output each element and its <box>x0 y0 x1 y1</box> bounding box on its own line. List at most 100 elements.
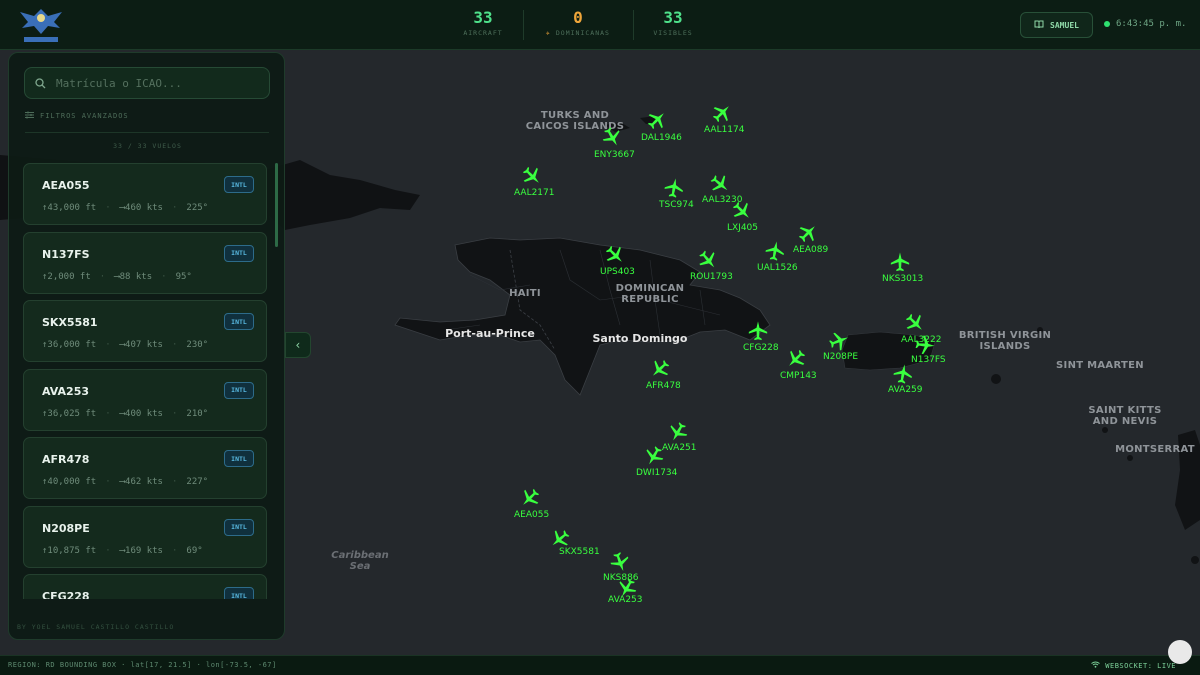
heading-value: 230° <box>186 340 209 350</box>
aircraft-callsign-label: AVA253 <box>608 595 643 605</box>
label-sint-maarten: SINT MAARTEN <box>1056 360 1144 371</box>
aircraft-marker[interactable] <box>519 487 541 509</box>
airplane-icon <box>765 241 784 261</box>
flight-card[interactable]: CFG228 INTL <box>23 574 267 599</box>
aircraft-callsign-label: SKX5581 <box>559 547 600 557</box>
aircraft-marker[interactable] <box>889 251 911 273</box>
aircraft-callsign-label: UAL1526 <box>757 263 798 273</box>
aircraft-marker[interactable] <box>609 551 631 573</box>
aircraft-marker[interactable] <box>914 334 936 356</box>
aircraft-callsign-label: NKS3013 <box>882 274 924 284</box>
aircraft-marker[interactable] <box>649 358 671 380</box>
sliders-icon <box>25 111 34 121</box>
flight-type-badge: INTL <box>224 313 254 330</box>
altitude-value: ↑2,000 ft <box>42 271 91 282</box>
flight-meta: ↑40,000 ft · ⟶462 kts · 227° <box>42 477 209 487</box>
flight-callsign: AEA055 <box>42 179 90 192</box>
stat-aircraft-value: 33 <box>473 8 493 27</box>
airplane-icon <box>605 245 622 262</box>
aircraft-marker[interactable] <box>785 348 807 370</box>
flight-card[interactable]: AVA253 INTL ↑36,025 ft · ⟶400 kts · 210° <box>23 368 267 431</box>
aircraft-callsign-label: AAL1174 <box>704 125 745 135</box>
flight-callsign: AFR478 <box>42 453 90 466</box>
top-bar: 33 AIRCRAFT 0 ✈ DOMINICANAS 33 VISIBLES … <box>0 0 1200 50</box>
aircraft-marker[interactable] <box>643 445 665 467</box>
aircraft-marker[interactable] <box>521 165 543 187</box>
airplane-icon <box>893 364 912 384</box>
altitude-value: ↑36,025 ft <box>42 408 97 419</box>
label-dominican-republic: DOMINICAN REPUBLIC <box>615 283 685 305</box>
aircraft-marker[interactable] <box>904 312 926 334</box>
aircraft-marker[interactable] <box>601 126 623 148</box>
flight-list[interactable]: AEA055 INTL ↑43,000 ft · ⟶460 kts · 225°… <box>23 163 271 599</box>
label-haiti: HAITI <box>509 288 541 299</box>
aircraft-marker[interactable] <box>646 109 668 131</box>
flight-meta: ↑36,025 ft · ⟶400 kts · 210° <box>42 408 209 419</box>
aircraft-marker[interactable] <box>663 177 685 199</box>
aircraft-marker[interactable] <box>709 173 731 195</box>
aircraft-marker[interactable] <box>892 363 914 385</box>
aircraft-callsign-label: AEA089 <box>793 245 829 255</box>
connection-status: WEBSOCKET: LIVE <box>1091 661 1176 670</box>
search-input[interactable] <box>56 76 256 90</box>
speed-value: ⟶460 kts <box>119 203 163 213</box>
flight-card[interactable]: AEA055 INTL ↑43,000 ft · ⟶460 kts · 225° <box>23 163 267 225</box>
flight-card[interactable]: N137FS INTL ↑2,000 ft · ⟶88 kts · 95° <box>23 231 267 294</box>
heading-value: 95° <box>175 271 192 282</box>
flight-card[interactable]: SKX5581 INTL ↑36,000 ft · ⟶407 kts · 230… <box>23 300 267 362</box>
aircraft-callsign-label: AFR478 <box>646 381 681 391</box>
aircraft-marker[interactable] <box>731 200 753 222</box>
aircraft-marker[interactable] <box>667 421 689 443</box>
label-caribbean-sea: Caribbean Sea <box>331 550 389 572</box>
label-saint-kitts: SAINT KITTS AND NEVIS <box>1088 405 1162 427</box>
heading-value: 69° <box>186 545 203 556</box>
speed-value: ⟶400 kts <box>119 408 163 419</box>
collapse-sidebar-button[interactable]: ‹ <box>285 332 311 358</box>
aircraft-marker[interactable] <box>828 330 850 352</box>
speed-value: ⟶407 kts <box>119 340 163 350</box>
app-root: TURKS AND CAICOS ISLANDS HAITI DOMINICAN… <box>0 0 1200 675</box>
aircraft-marker[interactable] <box>604 244 626 266</box>
airplane-icon <box>829 332 848 351</box>
list-scrollbar[interactable] <box>275 163 278 247</box>
aircraft-marker[interactable] <box>797 222 819 244</box>
aircraft-callsign-label: ROU1793 <box>690 272 733 282</box>
flight-card[interactable]: N208PE INTL ↑10,875 ft · ⟶169 kts · 69° <box>23 505 267 568</box>
aircraft-callsign-label: AEA055 <box>514 510 550 520</box>
speed-value: ⟶462 kts <box>119 477 163 487</box>
airplane-icon <box>890 252 910 272</box>
aircraft-marker[interactable] <box>697 249 719 271</box>
stat-visibles-value: 33 <box>663 8 683 27</box>
airplane-icon <box>610 552 629 572</box>
aircraft-marker[interactable] <box>711 102 733 124</box>
speed-value: ⟶169 kts <box>119 545 163 556</box>
stat-aircraft-label: AIRCRAFT <box>463 29 503 37</box>
heading-value: 227° <box>186 477 209 487</box>
user-name: SAMUEL <box>1050 20 1079 30</box>
aircraft-callsign-label: CMP143 <box>780 371 817 381</box>
aircraft-callsign-label: N137FS <box>911 355 946 365</box>
advanced-filters-toggle[interactable]: FILTROS AVANZADOS <box>25 111 129 121</box>
flights-sidebar: FILTROS AVANZADOS 33 / 33 VUELOS AEA055 … <box>8 52 285 640</box>
user-button[interactable]: SAMUEL <box>1020 12 1093 38</box>
search-box[interactable] <box>24 67 270 99</box>
altitude-value: ↑40,000 ft <box>42 477 97 487</box>
flight-card[interactable]: AFR478 INTL ↑40,000 ft · ⟶462 kts · 227° <box>23 437 267 499</box>
aircraft-callsign-label: LXJ405 <box>727 223 759 233</box>
stat-dominicanas-value: 0 <box>573 8 583 27</box>
aircraft-marker[interactable] <box>764 240 786 262</box>
flight-type-badge: INTL <box>224 450 254 467</box>
flight-type-badge: INTL <box>224 176 254 193</box>
help-button[interactable] <box>1168 640 1192 664</box>
altitude-value: ↑36,000 ft <box>42 340 97 350</box>
flight-callsign: AVA253 <box>42 384 90 398</box>
airplane-icon <box>652 360 670 376</box>
flight-meta: ↑43,000 ft · ⟶460 kts · 225° <box>42 203 209 213</box>
aircraft-marker[interactable] <box>747 320 769 342</box>
label-port-au-prince: Port-au-Prince <box>445 327 535 340</box>
altitude-value: ↑43,000 ft <box>42 203 97 213</box>
filters-label: FILTROS AVANZADOS <box>40 112 129 120</box>
author-credit: BY YOEL SAMUEL CASTILLO CASTILLO <box>17 623 175 631</box>
stat-visibles: 33 VISIBLES <box>618 8 728 37</box>
flight-callsign: CFG228 <box>42 590 90 599</box>
